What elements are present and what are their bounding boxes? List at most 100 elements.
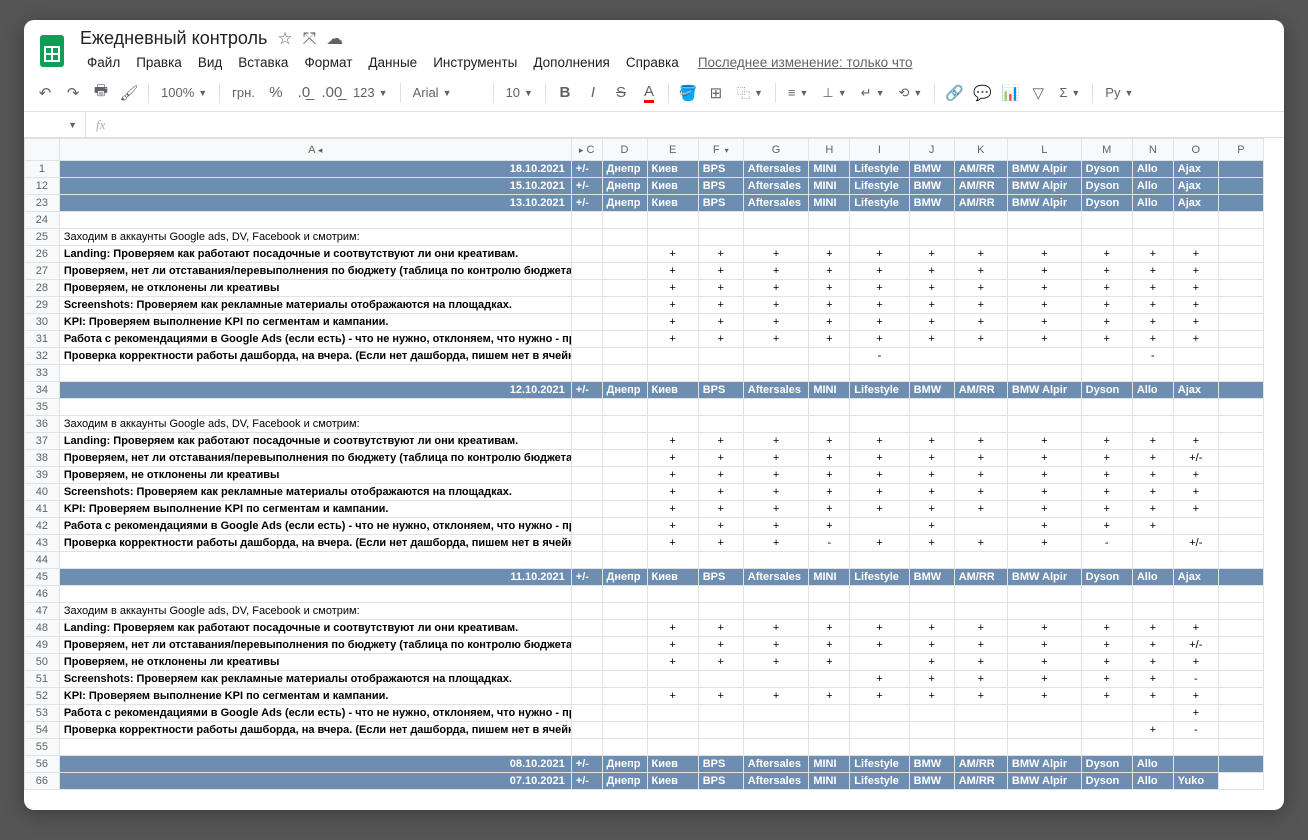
cell[interactable] — [850, 399, 909, 416]
row-header[interactable]: 53 — [25, 705, 60, 722]
value-cell[interactable] — [850, 654, 909, 671]
value-cell[interactable]: + — [1007, 654, 1081, 671]
cell[interactable] — [1132, 365, 1173, 382]
value-cell[interactable]: + — [698, 518, 743, 535]
header-cell[interactable]: MINI — [809, 382, 850, 399]
doc-title[interactable]: Ежедневный контроль — [80, 28, 267, 49]
value-cell[interactable]: + — [1132, 314, 1173, 331]
value-cell[interactable] — [1218, 688, 1263, 705]
cell[interactable] — [602, 586, 647, 603]
value-cell[interactable]: + — [850, 501, 909, 518]
value-cell[interactable]: + — [1132, 450, 1173, 467]
row-header[interactable]: 23 — [25, 195, 60, 212]
cell[interactable] — [1218, 552, 1263, 569]
value-cell[interactable]: + — [698, 246, 743, 263]
value-cell[interactable]: + — [909, 433, 954, 450]
value-cell[interactable]: + — [809, 688, 850, 705]
header-cell[interactable]: Dyson — [1081, 195, 1132, 212]
menu-format[interactable]: Формат — [297, 51, 359, 74]
value-cell[interactable]: - — [809, 535, 850, 552]
value-cell[interactable] — [647, 671, 698, 688]
value-cell[interactable]: + — [1081, 467, 1132, 484]
cell[interactable] — [1218, 229, 1263, 246]
last-edit[interactable]: Последнее изменение: только что — [698, 55, 913, 70]
header-cell[interactable] — [1173, 756, 1218, 773]
value-cell[interactable]: + — [850, 297, 909, 314]
cell[interactable] — [909, 365, 954, 382]
value-cell[interactable]: + — [809, 280, 850, 297]
header-cell[interactable]: BMW Alpir — [1007, 773, 1081, 790]
value-cell[interactable] — [909, 705, 954, 722]
value-cell[interactable]: + — [698, 535, 743, 552]
value-cell[interactable]: + — [909, 297, 954, 314]
cell[interactable] — [909, 212, 954, 229]
menu-file[interactable]: Файл — [80, 51, 127, 74]
cell[interactable] — [743, 416, 809, 433]
value-cell[interactable]: + — [1173, 705, 1218, 722]
value-cell[interactable] — [571, 688, 602, 705]
value-cell[interactable]: + — [1132, 467, 1173, 484]
value-cell[interactable] — [571, 518, 602, 535]
cell[interactable] — [1081, 586, 1132, 603]
header-cell[interactable]: Allo — [1132, 382, 1173, 399]
text-cell[interactable]: Заходим в аккаунты Google ads, DV, Faceb… — [59, 416, 571, 433]
task-cell[interactable]: KPI: Проверяем выполнение KPI по сегмент… — [59, 688, 571, 705]
cell[interactable] — [1007, 552, 1081, 569]
task-cell[interactable]: Screenshots: Проверяем как рекламные мат… — [59, 484, 571, 501]
value-cell[interactable]: + — [1007, 433, 1081, 450]
value-cell[interactable]: + — [698, 314, 743, 331]
task-cell[interactable]: Работа с рекомендациями в Google Ads (ес… — [59, 518, 571, 535]
value-cell[interactable] — [743, 348, 809, 365]
cell[interactable] — [1132, 229, 1173, 246]
row-header[interactable]: 47 — [25, 603, 60, 620]
value-cell[interactable]: + — [1081, 450, 1132, 467]
value-cell[interactable]: + — [647, 637, 698, 654]
header-cell[interactable]: Киев — [647, 773, 698, 790]
task-cell[interactable]: Screenshots: Проверяем как рекламные мат… — [59, 297, 571, 314]
task-cell[interactable]: Проверяем, нет ли отставания/перевыполне… — [59, 263, 571, 280]
cell[interactable] — [809, 586, 850, 603]
cell[interactable] — [602, 416, 647, 433]
value-cell[interactable]: + — [1081, 518, 1132, 535]
col-header-M[interactable]: M — [1081, 139, 1132, 161]
value-cell[interactable] — [602, 280, 647, 297]
value-cell[interactable]: + — [698, 263, 743, 280]
percent-icon[interactable]: % — [263, 80, 289, 106]
undo-icon[interactable]: ↶ — [32, 80, 58, 106]
value-cell[interactable]: + — [1007, 535, 1081, 552]
col-header-L[interactable]: L — [1007, 139, 1081, 161]
value-cell[interactable]: + — [809, 331, 850, 348]
date-cell[interactable]: 08.10.2021 — [59, 756, 571, 773]
col-header-N[interactable]: N — [1132, 139, 1173, 161]
cell[interactable] — [1081, 229, 1132, 246]
col-header-J[interactable]: J — [909, 139, 954, 161]
value-cell[interactable]: + — [1173, 688, 1218, 705]
cell[interactable] — [1081, 552, 1132, 569]
value-cell[interactable]: + — [1007, 637, 1081, 654]
cell[interactable] — [571, 739, 602, 756]
value-cell[interactable]: + — [743, 450, 809, 467]
value-cell[interactable]: + — [1173, 620, 1218, 637]
value-cell[interactable] — [571, 722, 602, 739]
value-cell[interactable]: + — [1007, 297, 1081, 314]
header-cell[interactable]: BMW — [909, 773, 954, 790]
cell[interactable] — [809, 603, 850, 620]
cell[interactable] — [59, 399, 571, 416]
value-cell[interactable]: + — [647, 654, 698, 671]
value-cell[interactable]: + — [954, 501, 1007, 518]
value-cell[interactable]: + — [647, 484, 698, 501]
header-cell[interactable]: BMW — [909, 161, 954, 178]
value-cell[interactable]: + — [698, 620, 743, 637]
menu-data[interactable]: Данные — [361, 51, 424, 74]
cell[interactable] — [909, 399, 954, 416]
header-cell[interactable]: Ajax — [1173, 195, 1218, 212]
cell[interactable] — [698, 229, 743, 246]
print-icon[interactable]: 🖶 — [88, 80, 114, 106]
value-cell[interactable] — [571, 484, 602, 501]
value-cell[interactable]: +/- — [1173, 535, 1218, 552]
header-cell[interactable]: BPS — [698, 382, 743, 399]
value-cell[interactable] — [954, 722, 1007, 739]
value-cell[interactable]: - — [1173, 722, 1218, 739]
header-cell[interactable]: +/- — [571, 195, 602, 212]
cell[interactable] — [743, 586, 809, 603]
